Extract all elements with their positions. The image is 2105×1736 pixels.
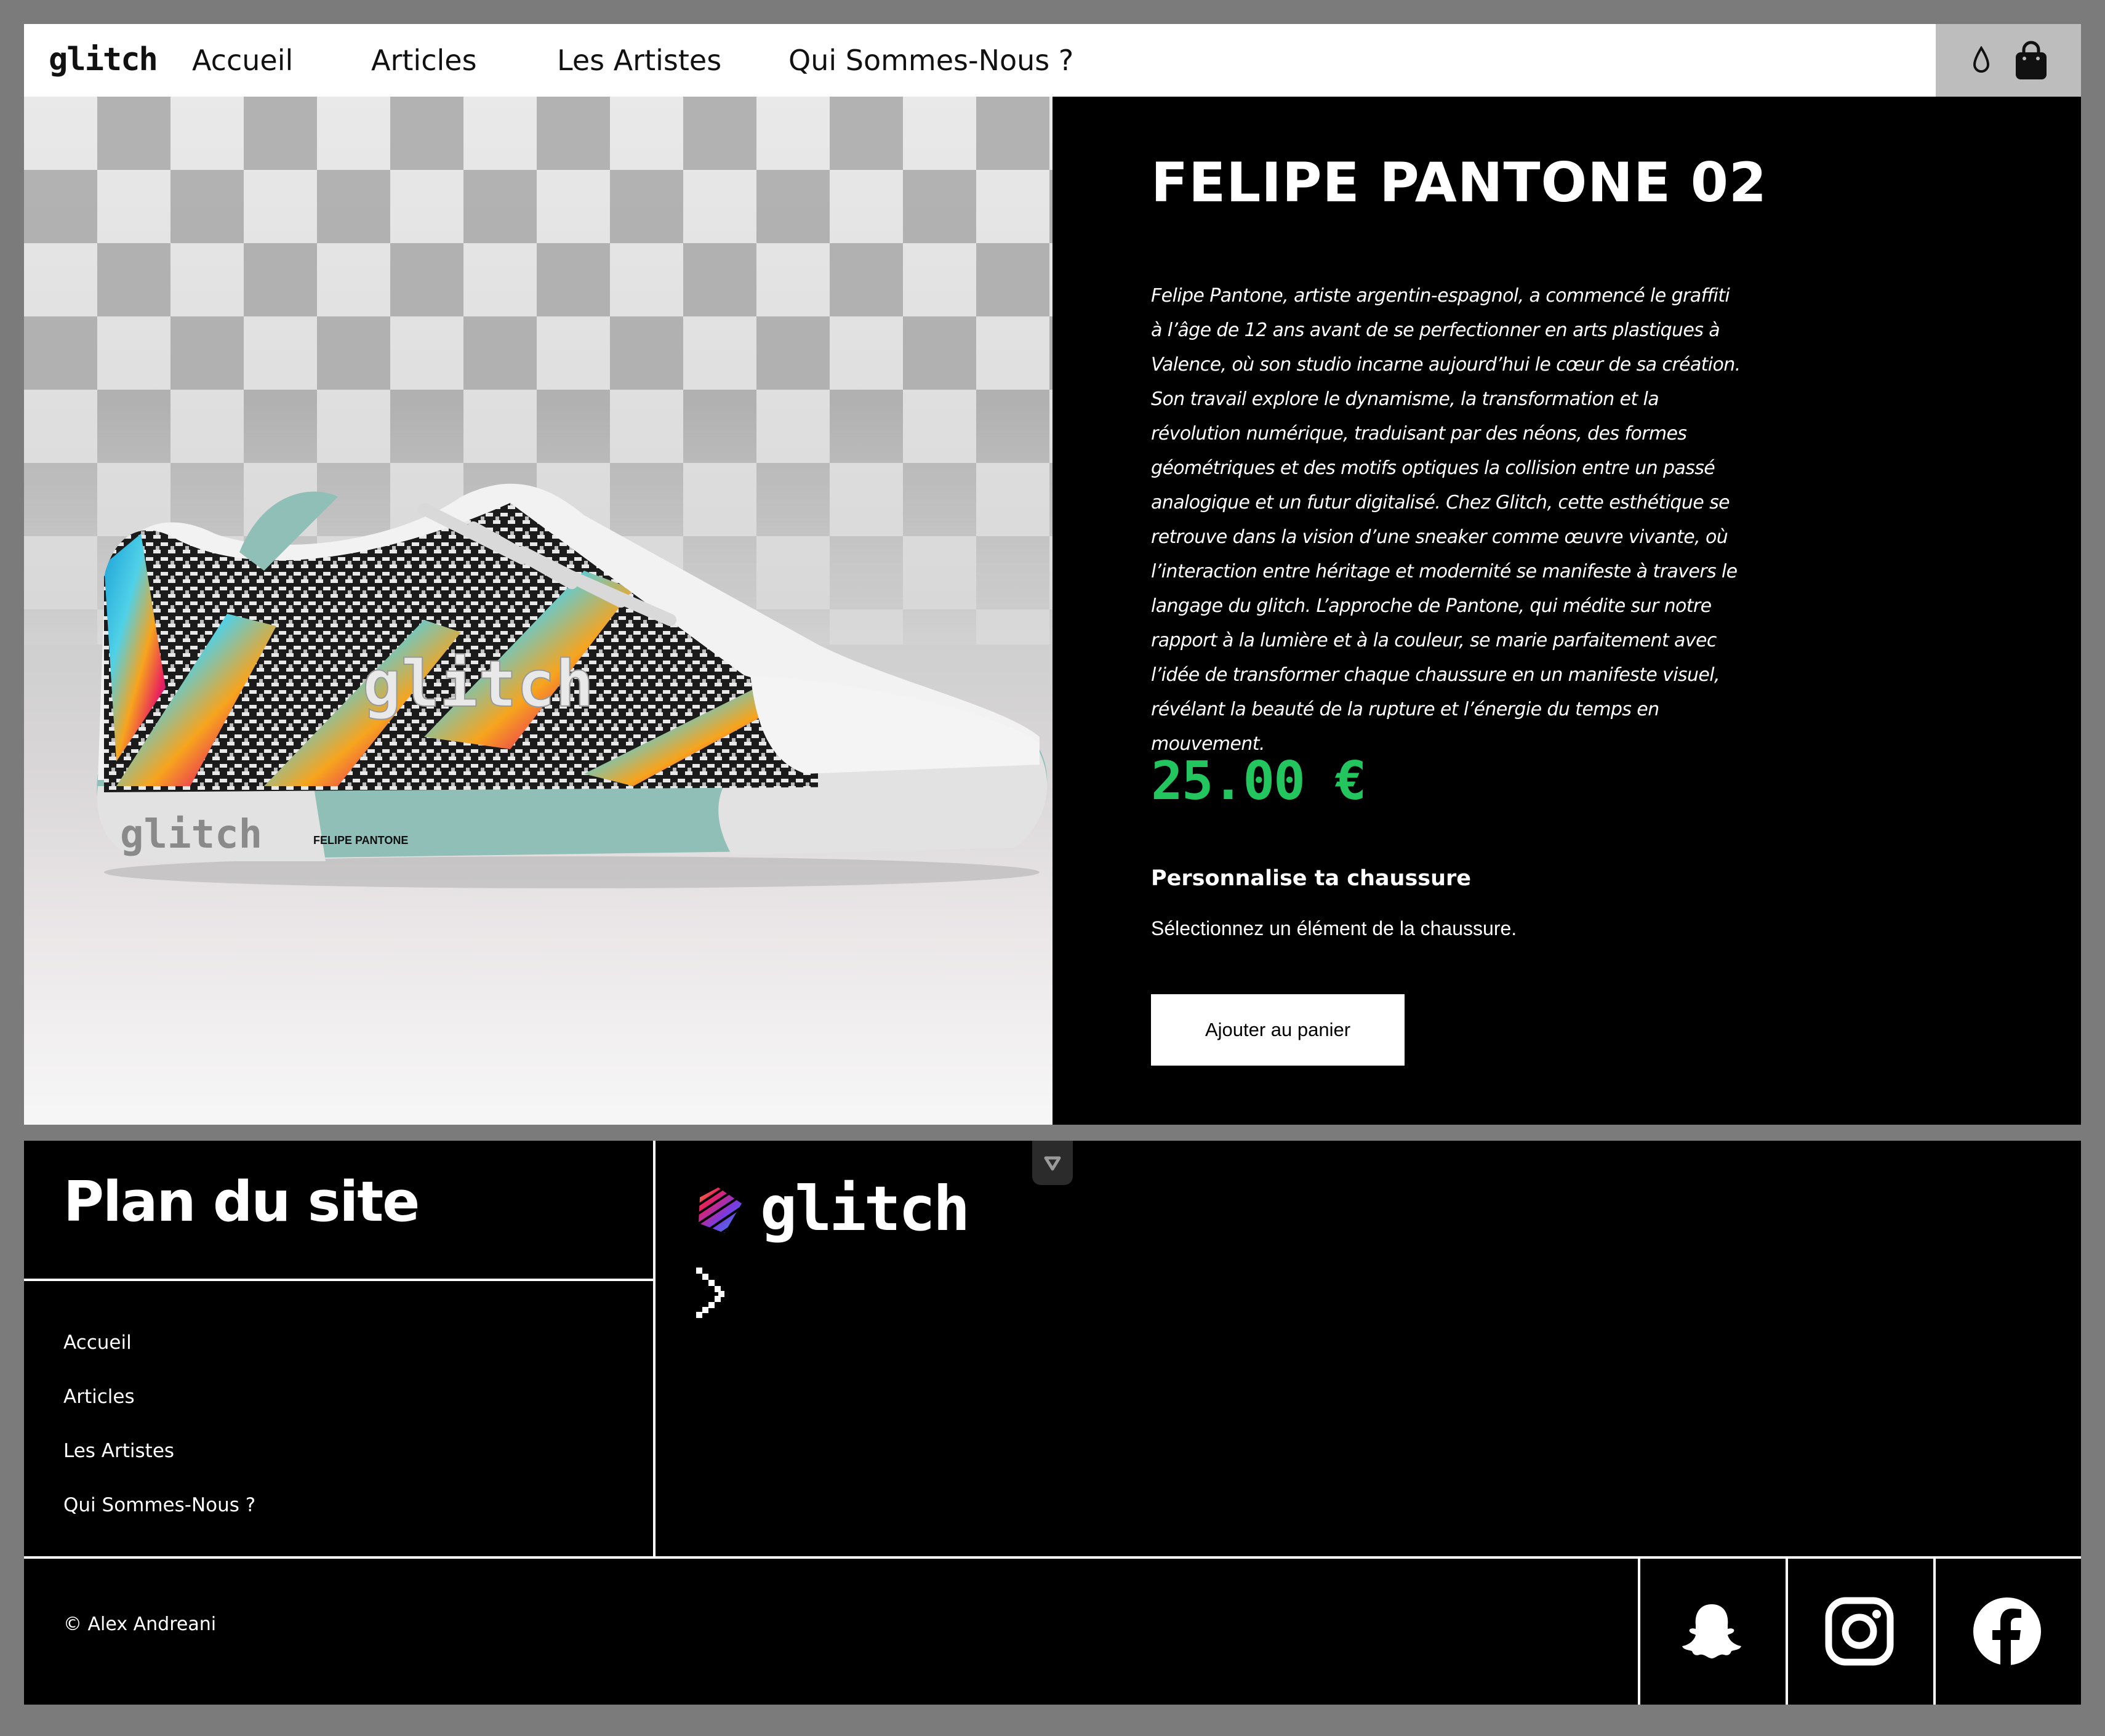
customize-title: Personnalise ta chaussure (1151, 866, 1472, 891)
snapchat-link[interactable] (1638, 1559, 1783, 1705)
footer-divider-vertical (653, 1141, 656, 1556)
drop-icon[interactable] (1971, 46, 1991, 73)
nav-logo[interactable]: glitch (49, 40, 158, 79)
copyright: © Alex Andreani (63, 1613, 217, 1635)
top-nav: glitch Accueil Articles Les Artistes Qui… (24, 24, 2081, 97)
nav-link-qui-sommes-nous[interactable]: Qui Sommes-Nous ? (788, 36, 1073, 84)
instagram-link[interactable] (1786, 1559, 1931, 1705)
chevron-down-icon (1044, 1156, 1061, 1171)
chevron-right-icon[interactable] (696, 1268, 728, 1318)
page-frame: glitch Accueil Articles Les Artistes Qui… (24, 24, 2081, 1705)
nav-link-accueil[interactable]: Accueil (192, 36, 293, 84)
footer-link-artistes[interactable]: Les Artistes (63, 1436, 174, 1466)
footer-link-qui-sommes-nous[interactable]: Qui Sommes-Nous ? (63, 1490, 255, 1520)
collapse-toggle[interactable] (1032, 1141, 1073, 1185)
product-price: 25.00 € (1151, 750, 1366, 812)
nav-link-artistes[interactable]: Les Artistes (557, 36, 721, 84)
sole-logo: glitch (120, 812, 262, 858)
add-to-cart-button[interactable]: Ajouter au panier (1151, 994, 1405, 1066)
footer-link-accueil[interactable]: Accueil (63, 1328, 132, 1357)
instagram-icon (1825, 1597, 1894, 1666)
snapchat-icon (1682, 1604, 1741, 1658)
sole-artist-label: FELIPE PANTONE (313, 834, 408, 846)
nav-link-articles[interactable]: Articles (371, 36, 477, 84)
nav-actions (1936, 24, 2081, 97)
customize-hint: Sélectionnez un élément de la chaussure. (1151, 917, 1517, 939)
product-image[interactable]: glitch FELIPE PANTONE glitch (24, 97, 1052, 1125)
footer-divider-sitemap (24, 1279, 653, 1281)
upper-logo: glitch (363, 646, 594, 721)
product-description: Felipe Pantone, artiste argentin-espagno… (1151, 285, 1741, 755)
footer-logo[interactable]: glitch (760, 1169, 970, 1249)
footer-link-articles[interactable]: Articles (63, 1382, 135, 1412)
facebook-link[interactable] (1933, 1559, 2081, 1705)
sneaker-illustration[interactable]: glitch FELIPE PANTONE glitch (79, 417, 1052, 897)
footer: Plan du site Accueil Articles Les Artist… (24, 1141, 2081, 1705)
product-title: FELIPE PANTONE 02 (1151, 151, 1768, 214)
shopping-bag-icon[interactable] (2012, 40, 2050, 81)
product-info: FELIPE PANTONE 02 Felipe Pantone, artist… (1052, 97, 2081, 1125)
glitch-logo-mark (699, 1187, 742, 1233)
facebook-icon (1973, 1597, 2041, 1666)
sitemap-title: Plan du site (63, 1170, 420, 1234)
